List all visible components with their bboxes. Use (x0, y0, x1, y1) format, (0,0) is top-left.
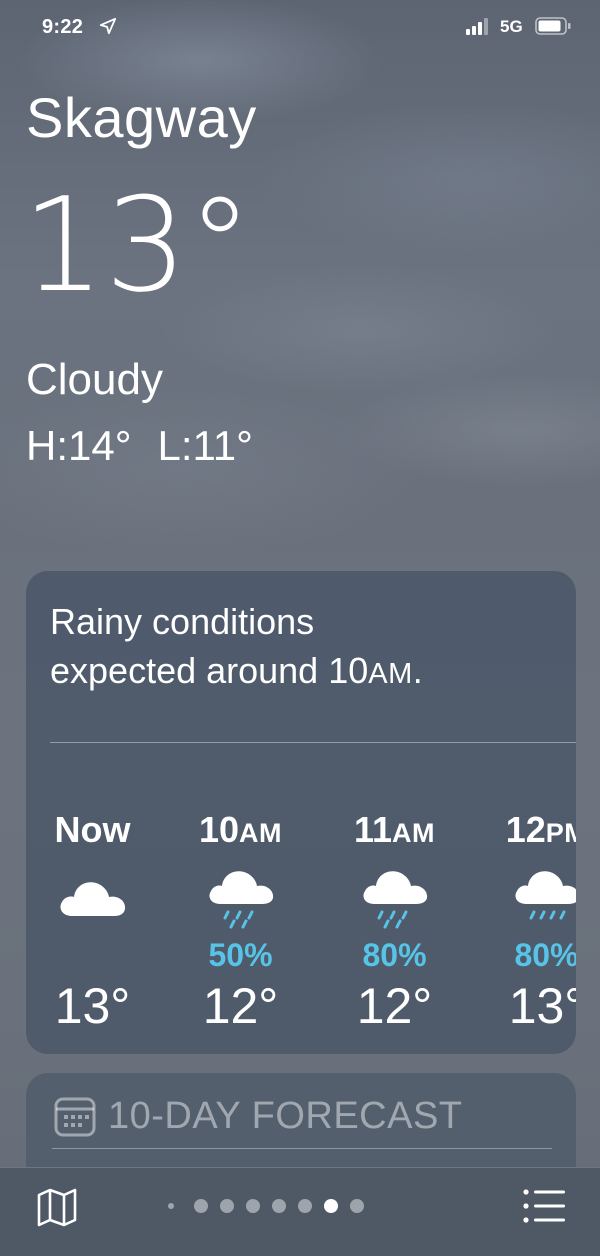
high-low: H:14° L:11° (26, 422, 279, 470)
precip-chance: 50% (208, 937, 273, 973)
page-dot-active[interactable] (324, 1199, 338, 1213)
hourly-forecast-card[interactable]: Rainy conditions expected around 10AM. N… (26, 571, 576, 1054)
precip-chance: 80% (362, 937, 427, 973)
city-name: Skagway (26, 86, 257, 149)
low-temperature: L:11° (157, 422, 253, 469)
summary-line-2: expected around 10AM. (50, 650, 423, 691)
hour-temperature: 13° (508, 978, 576, 1034)
hour-label: 12PM (505, 809, 576, 850)
location-arrow-icon (99, 17, 117, 35)
hour-label: 11AM (353, 809, 436, 850)
condition-label: Cloudy (26, 355, 163, 404)
bottom-toolbar (0, 1167, 600, 1256)
cloud-rain-icon (484, 857, 576, 937)
cloud-rain-icon (178, 857, 303, 937)
hour-temperature: 12° (202, 978, 279, 1034)
card-divider (50, 742, 576, 743)
precip-chance: 80% (514, 937, 576, 973)
list-icon[interactable] (522, 1186, 566, 1226)
calendar-icon (54, 1097, 96, 1137)
hour-column-10am: 10AM 50% 12° (178, 809, 303, 1035)
map-icon[interactable] (36, 1186, 78, 1228)
hour-temperature: 12° (356, 978, 433, 1034)
hour-column-12pm: 12PM 80% 13° (484, 809, 576, 1035)
signal-bars-icon (466, 18, 488, 35)
page-dot[interactable] (220, 1199, 234, 1213)
page-dot[interactable] (168, 1203, 174, 1209)
high-temperature: H:14° (26, 422, 132, 469)
page-dot[interactable] (298, 1199, 312, 1213)
forecast-summary: Rainy conditions expected around 10AM. (50, 597, 550, 699)
cloud-rain-icon (332, 857, 457, 937)
page-indicator[interactable] (168, 1198, 364, 1214)
status-time: 9:22 (42, 16, 84, 38)
page-dot[interactable] (350, 1199, 364, 1213)
page-dot[interactable] (194, 1199, 208, 1213)
network-label: 5G (500, 17, 523, 36)
card-divider (52, 1148, 552, 1149)
hour-label: 10AM (198, 809, 283, 850)
ten-day-forecast-title: 10-DAY FORECAST (108, 1095, 463, 1137)
summary-line-1: Rainy conditions (50, 601, 315, 642)
current-temperature: 13° (22, 169, 253, 321)
hour-label: Now (54, 809, 131, 850)
hour-temperature: 13° (54, 978, 131, 1034)
precip-chance (30, 937, 155, 973)
status-bar: 9:22 5G (0, 0, 600, 56)
page-dot[interactable] (246, 1199, 260, 1213)
hour-column-now: Now 13° (30, 809, 155, 1035)
battery-icon (535, 17, 571, 35)
hour-column-11am: 11AM 80% 12° (332, 809, 457, 1035)
page-dot[interactable] (272, 1199, 286, 1213)
cloud-icon (30, 857, 155, 937)
